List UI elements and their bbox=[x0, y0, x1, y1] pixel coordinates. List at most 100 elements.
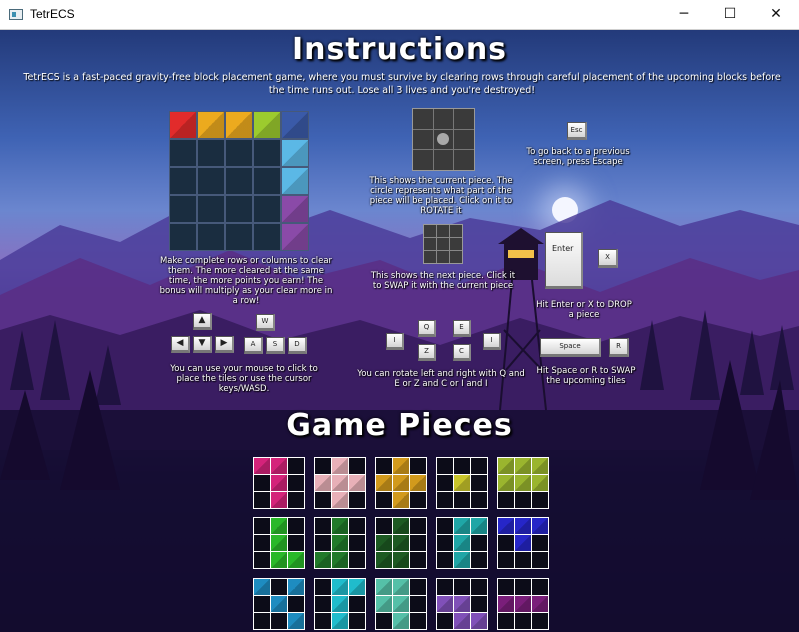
piece-cell bbox=[376, 492, 392, 508]
piece-cell bbox=[332, 535, 348, 551]
piece-cell bbox=[437, 596, 453, 612]
piece-cell bbox=[515, 579, 531, 595]
game-pieces-heading: Game Pieces bbox=[286, 408, 513, 443]
piece-cell bbox=[471, 535, 487, 551]
board-tile[interactable] bbox=[169, 139, 197, 167]
piece-cell bbox=[315, 579, 331, 595]
piece-cell bbox=[454, 613, 470, 629]
board-tile[interactable] bbox=[281, 111, 309, 139]
next-piece-caption: This shows the next piece. Click it to S… bbox=[370, 271, 516, 291]
board-tile[interactable] bbox=[225, 223, 253, 251]
piece-tile bbox=[454, 150, 474, 170]
piece-cell bbox=[532, 518, 548, 534]
piece-cell bbox=[349, 552, 365, 568]
piece-tile bbox=[413, 129, 433, 150]
piece-cell bbox=[254, 613, 270, 629]
piece-cell bbox=[271, 579, 287, 595]
piece-cell bbox=[271, 475, 287, 491]
up-arrow-key-icon: ▲ bbox=[193, 313, 212, 330]
piece-cell bbox=[454, 492, 470, 508]
piece-cell bbox=[254, 518, 270, 534]
piece-cell bbox=[349, 492, 365, 508]
piece-cell bbox=[376, 613, 392, 629]
piece-cell bbox=[349, 475, 365, 491]
piece-cell bbox=[393, 596, 409, 612]
piece-cell bbox=[254, 552, 270, 568]
minimize-button[interactable]: ─ bbox=[661, 0, 707, 29]
piece-cell bbox=[471, 613, 487, 629]
right-arrow-key-icon: ▶ bbox=[215, 336, 234, 353]
current-piece-caption: This shows the current piece. The circle… bbox=[369, 176, 513, 216]
piece-cell bbox=[410, 535, 426, 551]
piece-cell bbox=[393, 475, 409, 491]
piece-cell bbox=[515, 613, 531, 629]
i-right-key-icon: I bbox=[483, 333, 501, 350]
board-tile[interactable] bbox=[281, 195, 309, 223]
board-tile[interactable] bbox=[281, 139, 309, 167]
piece-cell bbox=[332, 492, 348, 508]
piece-tile bbox=[437, 251, 449, 263]
rotate-caption: You can rotate left and right with Q and… bbox=[357, 369, 525, 389]
board-tile[interactable] bbox=[169, 167, 197, 195]
maximize-button[interactable]: ☐ bbox=[707, 0, 753, 29]
piece-cell bbox=[288, 552, 304, 568]
piece-cell bbox=[498, 492, 514, 508]
board-tile[interactable] bbox=[253, 195, 281, 223]
piece-cell bbox=[393, 579, 409, 595]
piece-cell bbox=[498, 613, 514, 629]
piece-cell bbox=[454, 518, 470, 534]
close-button[interactable]: ✕ bbox=[753, 0, 799, 29]
piece-tile bbox=[450, 225, 462, 237]
board-tile[interactable] bbox=[197, 167, 225, 195]
piece-cell bbox=[332, 579, 348, 595]
piece-cell bbox=[532, 475, 548, 491]
board-tile[interactable] bbox=[225, 111, 253, 139]
piece-cell bbox=[271, 535, 287, 551]
board-tile[interactable] bbox=[281, 223, 309, 251]
piece-tile bbox=[413, 109, 433, 129]
board-tile[interactable] bbox=[169, 111, 197, 139]
board-tile[interactable] bbox=[169, 195, 197, 223]
piece-cell bbox=[515, 596, 531, 612]
piece-cell bbox=[288, 613, 304, 629]
board-tile[interactable] bbox=[253, 111, 281, 139]
game-piece bbox=[497, 578, 549, 630]
piece-cell bbox=[498, 552, 514, 568]
piece-cell bbox=[437, 579, 453, 595]
intro-text: TetrECS is a fast-paced gravity-free blo… bbox=[23, 72, 781, 96]
board-tile[interactable] bbox=[225, 139, 253, 167]
board-tile[interactable] bbox=[253, 139, 281, 167]
next-piece[interactable] bbox=[423, 224, 463, 264]
piece-cell bbox=[437, 458, 453, 474]
piece-tile bbox=[433, 150, 454, 170]
a-key-icon: A bbox=[244, 337, 263, 354]
piece-cell bbox=[498, 535, 514, 551]
piece-cell bbox=[454, 579, 470, 595]
board-tile[interactable] bbox=[225, 195, 253, 223]
board-tile[interactable] bbox=[281, 167, 309, 195]
game-piece bbox=[314, 517, 366, 569]
piece-cell bbox=[254, 492, 270, 508]
instructions-scene: Instructions TetrECS is a fast-paced gra… bbox=[0, 30, 799, 632]
piece-cell bbox=[376, 579, 392, 595]
board-tile[interactable] bbox=[253, 223, 281, 251]
board-tile[interactable] bbox=[197, 223, 225, 251]
board-tile[interactable] bbox=[197, 195, 225, 223]
game-piece bbox=[375, 517, 427, 569]
piece-cell bbox=[288, 579, 304, 595]
piece-cell bbox=[332, 518, 348, 534]
piece-cell bbox=[315, 492, 331, 508]
board-tile[interactable] bbox=[197, 139, 225, 167]
game-piece bbox=[436, 457, 488, 509]
space-key-icon: Space bbox=[540, 338, 601, 357]
piece-tile bbox=[433, 109, 454, 129]
board-tile[interactable] bbox=[169, 223, 197, 251]
board-tile[interactable] bbox=[253, 167, 281, 195]
z-key-icon: Z bbox=[418, 344, 436, 361]
piece-cell bbox=[471, 492, 487, 508]
piece-tile bbox=[454, 109, 474, 129]
board-tile[interactable] bbox=[197, 111, 225, 139]
piece-cell bbox=[498, 475, 514, 491]
w-key-icon: W bbox=[256, 314, 275, 331]
board-tile[interactable] bbox=[225, 167, 253, 195]
